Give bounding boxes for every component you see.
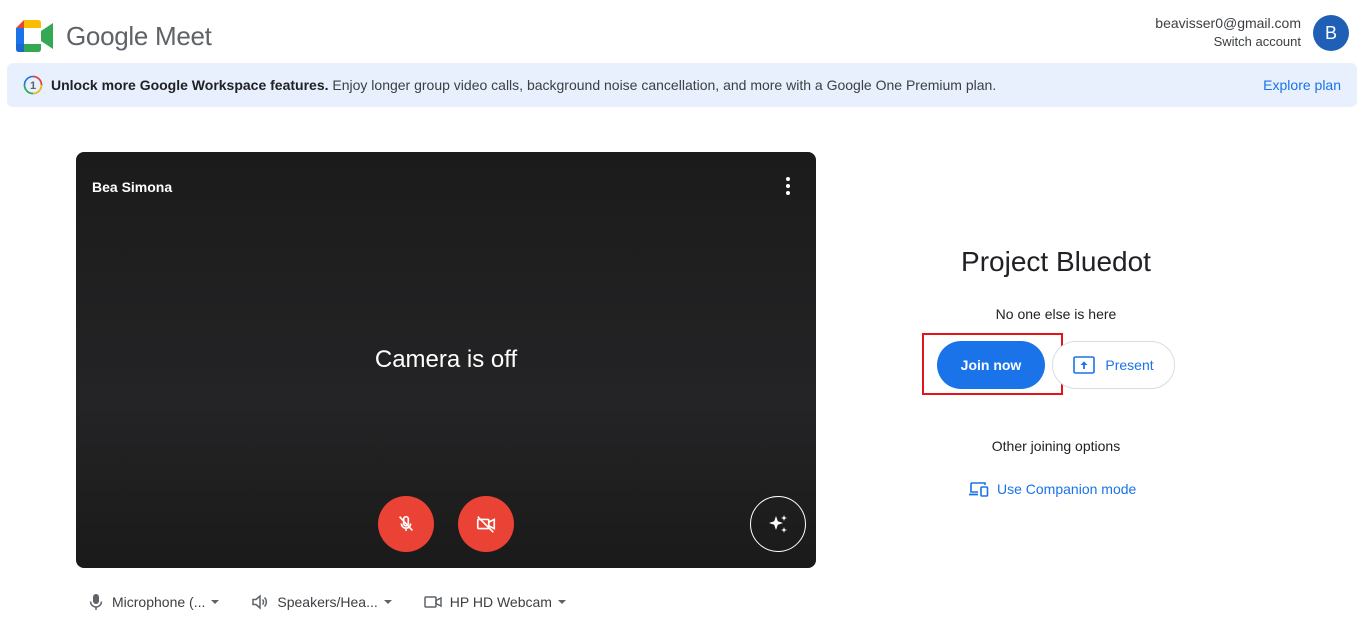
account-email: beavisser0@gmail.com (1155, 15, 1301, 31)
microphone-icon (89, 594, 103, 610)
chevron-down-icon (557, 600, 566, 604)
devices-icon (969, 482, 989, 497)
video-preview: Bea Simona Camera is off (76, 152, 816, 568)
camera-label: HP HD Webcam (449, 594, 552, 610)
banner-message: Unlock more Google Workspace features. E… (51, 77, 996, 93)
avatar[interactable]: B (1313, 15, 1349, 51)
camera-off-message: Camera is off (374, 346, 518, 373)
account-info[interactable]: beavisser0@gmail.com Switch account (1155, 15, 1301, 50)
google-meet-logo[interactable]: Google Meet (16, 18, 212, 54)
join-now-button[interactable]: Join now (937, 341, 1045, 389)
header: Google Meet beavisser0@gmail.com Switch … (0, 0, 1358, 64)
meeting-status: No one else is here (995, 306, 1117, 322)
app-name: Google Meet (66, 21, 212, 51)
self-name-label: Bea Simona (92, 179, 173, 195)
speakers-label: Speakers/Hea... (277, 594, 378, 610)
sparkle-effects-icon (769, 515, 787, 533)
svg-text:1: 1 (30, 80, 36, 92)
microphone-select[interactable]: Microphone (... (88, 593, 220, 611)
google-one-icon: 1 (23, 75, 43, 95)
videocam-off-icon (476, 516, 496, 533)
present-to-all-icon (1073, 356, 1096, 374)
speakers-select[interactable]: Speakers/Hea... (251, 593, 392, 611)
mic-off-icon (398, 515, 414, 531)
present-button[interactable]: Present (1052, 341, 1175, 389)
chevron-down-icon (383, 600, 392, 604)
banner-title: Unlock more Google Workspace features. (51, 77, 329, 93)
meeting-title: Project Bluedot (961, 246, 1151, 277)
banner-description: Enjoy longer group video calls, backgrou… (328, 77, 997, 93)
visual-effects-button[interactable] (750, 496, 806, 552)
toggle-microphone-button[interactable] (378, 496, 434, 552)
present-label: Present (1105, 357, 1154, 373)
toggle-camera-button[interactable] (458, 496, 514, 552)
speaker-icon (252, 594, 268, 610)
companion-mode-link[interactable]: Use Companion mode (968, 481, 1136, 497)
device-selectors: Microphone (... Speakers/Hea... HP HD We… (88, 590, 598, 614)
camera-select[interactable]: HP HD Webcam (424, 594, 566, 610)
microphone-label: Microphone (... (112, 594, 206, 610)
chevron-down-icon (211, 600, 220, 604)
upgrade-banner: 1 Unlock more Google Workspace features.… (7, 63, 1357, 107)
videocam-icon (424, 596, 442, 608)
other-joining-options-label: Other joining options (991, 438, 1121, 454)
explore-plan-link[interactable]: Explore plan (1263, 77, 1341, 93)
more-options-icon[interactable] (778, 174, 798, 198)
meet-logo-icon (16, 20, 53, 52)
companion-mode-label: Use Companion mode (997, 481, 1137, 497)
switch-account-link[interactable]: Switch account (1155, 33, 1301, 50)
